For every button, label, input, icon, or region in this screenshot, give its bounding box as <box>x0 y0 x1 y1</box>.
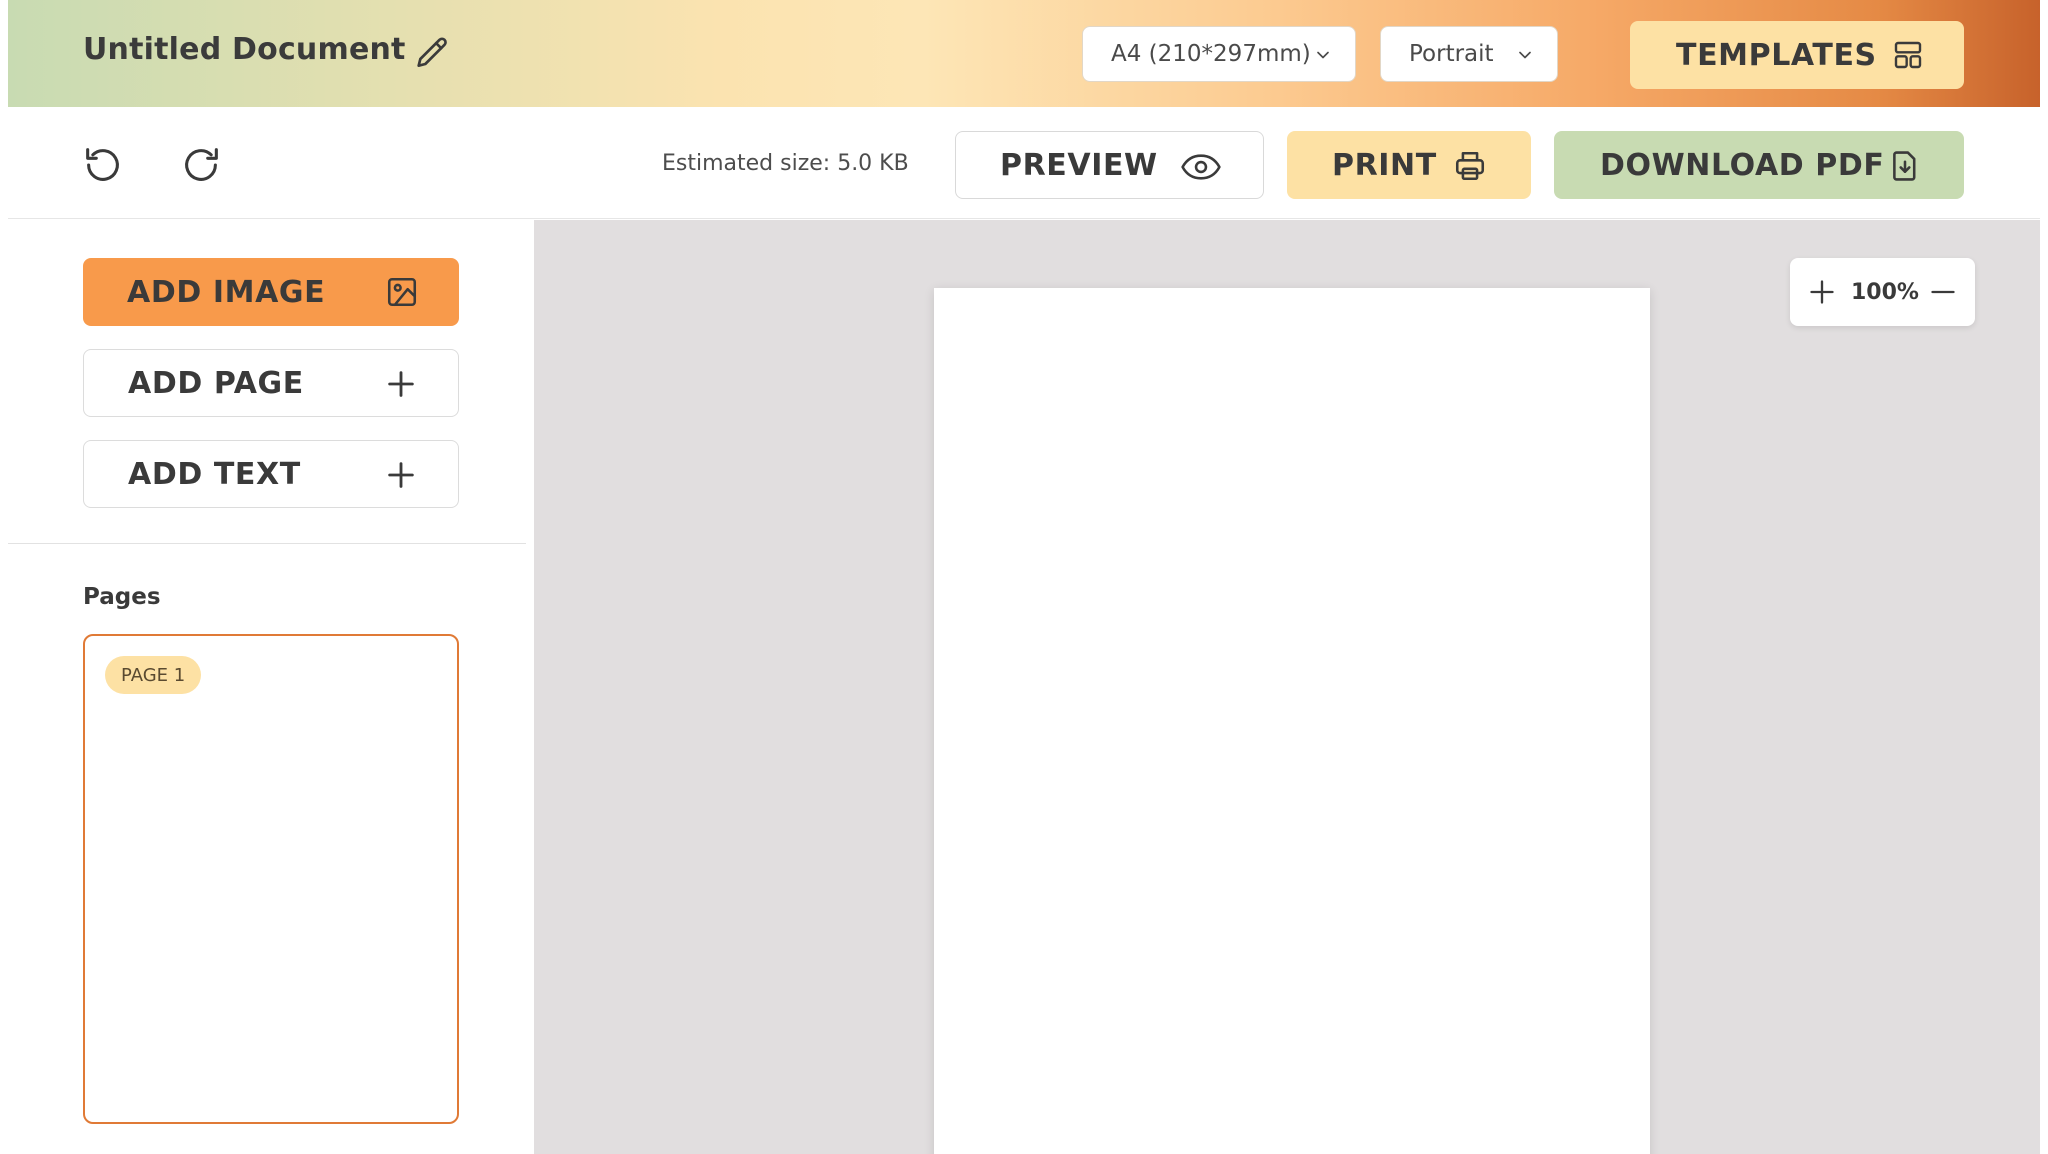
page-badge: PAGE 1 <box>105 656 202 694</box>
plus-icon <box>388 462 414 488</box>
document-title[interactable]: Untitled Document <box>83 32 406 67</box>
download-label: DOWNLOAD PDF <box>1600 147 1885 183</box>
templates-button[interactable]: TEMPLATES <box>1630 21 1964 89</box>
toolbar: Estimated size: 5.0 KB PREVIEW PRINT DOW… <box>8 107 2040 219</box>
layout-icon <box>1894 41 1922 69</box>
page-thumbnail[interactable]: PAGE 1 <box>83 634 459 1124</box>
add-image-button[interactable]: ADD IMAGE <box>83 258 459 326</box>
preview-button[interactable]: PREVIEW <box>955 131 1264 199</box>
chevron-down-icon <box>1317 51 1329 59</box>
redo-icon[interactable] <box>178 142 224 188</box>
pencil-icon[interactable] <box>412 34 452 74</box>
add-image-label: ADD IMAGE <box>127 274 326 310</box>
page-size-select[interactable]: A4 (210*297mm) <box>1082 26 1356 82</box>
app-window: Untitled Document A4 (210*297mm) Portrai… <box>8 0 2040 1154</box>
sidebar: ADD IMAGE ADD PAGE ADD TEXT Pages PAGE 1 <box>8 220 534 1154</box>
templates-label: TEMPLATES <box>1676 37 1877 73</box>
chevron-down-icon <box>1519 51 1531 59</box>
page-size-value: A4 (210*297mm) <box>1111 41 1311 67</box>
print-label: PRINT <box>1332 147 1437 183</box>
plus-icon <box>388 371 414 397</box>
zoom-out-icon[interactable] <box>1929 278 1957 306</box>
printer-icon <box>1455 151 1485 181</box>
header-bar: Untitled Document A4 (210*297mm) Portrai… <box>8 0 2040 107</box>
image-icon <box>387 277 417 307</box>
editor-canvas: 100% <box>534 220 2040 1154</box>
add-text-label: ADD TEXT <box>128 456 301 492</box>
zoom-in-icon[interactable] <box>1808 278 1836 306</box>
estimated-size-text: Estimated size: 5.0 KB <box>662 151 909 176</box>
add-page-button[interactable]: ADD PAGE <box>83 349 459 417</box>
download-pdf-button[interactable]: DOWNLOAD PDF <box>1554 131 1964 199</box>
preview-label: PREVIEW <box>1000 147 1158 183</box>
add-text-button[interactable]: ADD TEXT <box>83 440 459 508</box>
orientation-select[interactable]: Portrait <box>1380 26 1558 82</box>
pages-heading: Pages <box>83 584 161 610</box>
undo-icon[interactable] <box>80 142 126 188</box>
eye-icon <box>1181 154 1221 180</box>
orientation-value: Portrait <box>1409 41 1494 67</box>
zoom-level: 100% <box>1851 280 1919 305</box>
zoom-control: 100% <box>1790 258 1975 326</box>
add-page-label: ADD PAGE <box>128 365 304 401</box>
sidebar-divider <box>8 543 526 544</box>
file-download-icon <box>1893 151 1916 181</box>
print-button[interactable]: PRINT <box>1287 131 1531 199</box>
document-page[interactable] <box>934 288 1650 1154</box>
